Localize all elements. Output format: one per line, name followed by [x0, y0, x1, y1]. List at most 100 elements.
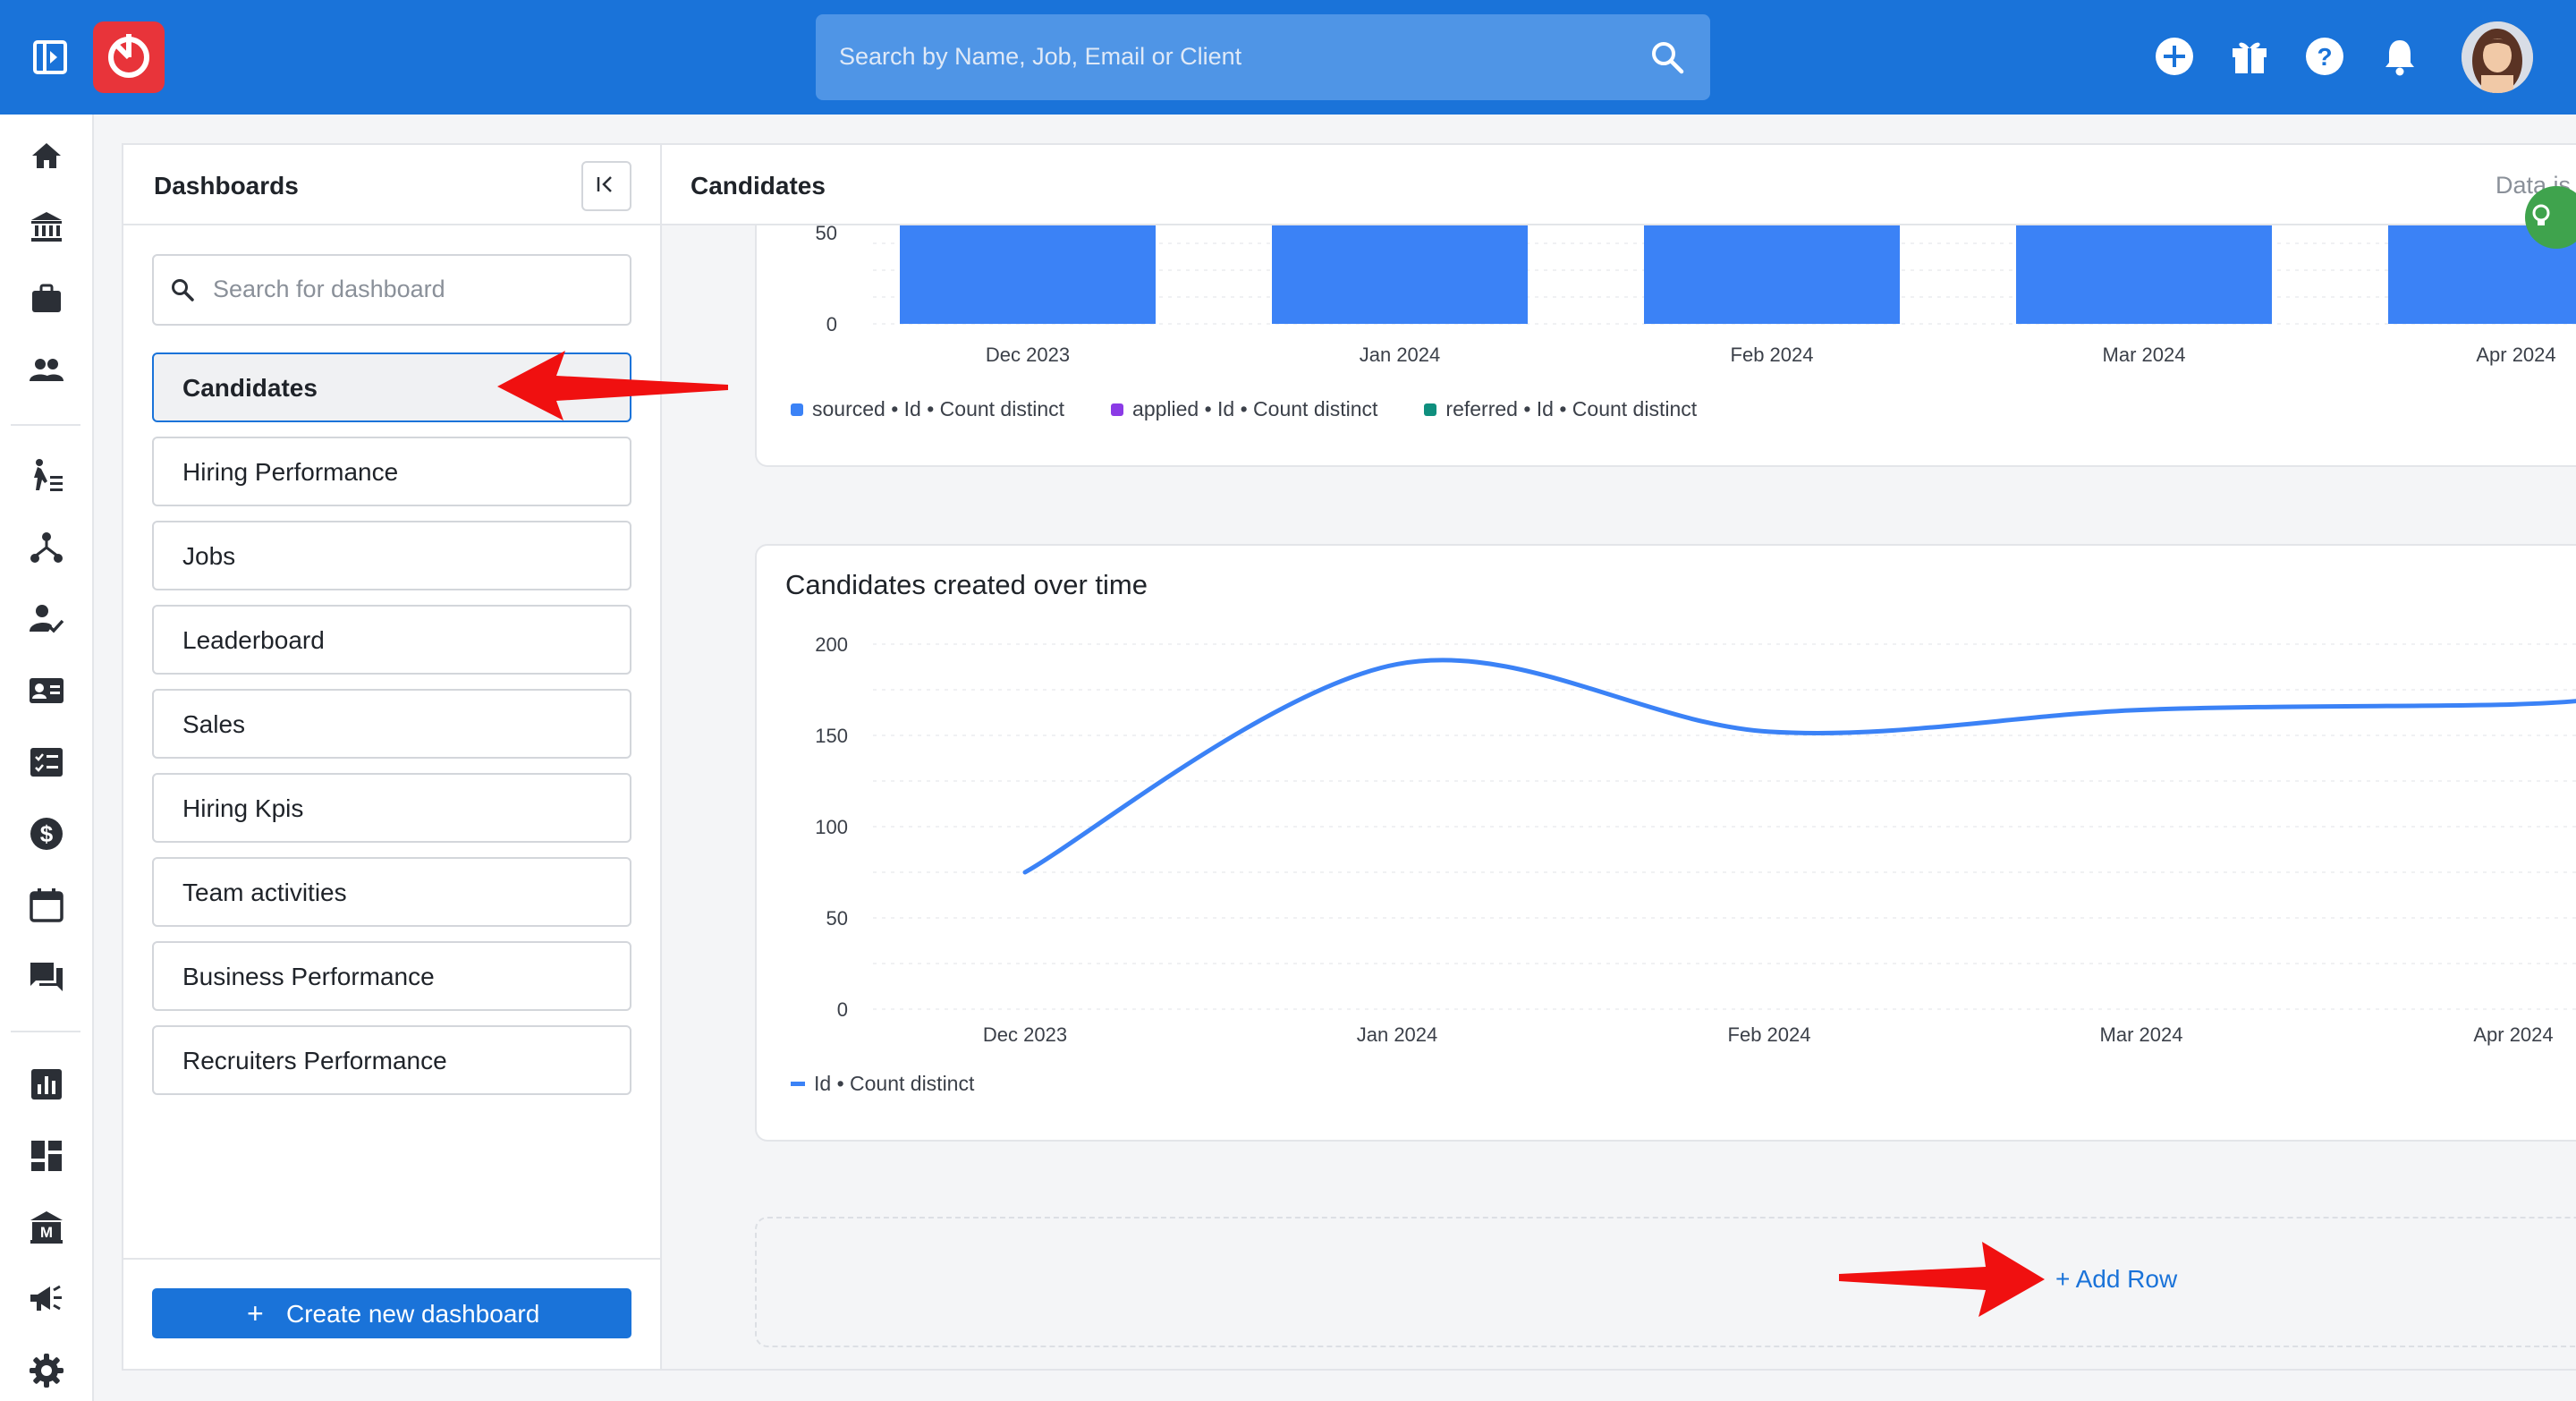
collapse-panel-button[interactable]	[581, 161, 631, 211]
pipeline-icon[interactable]	[27, 456, 66, 496]
sourcing-bar-chart-card: 50 0 Dec 2023 Jan 2024 Feb 2024 Mar 2024 Apr 2…	[755, 225, 2576, 467]
y-tick-label: 100	[815, 816, 848, 838]
org-chart-icon[interactable]	[27, 528, 66, 567]
search-icon	[170, 277, 195, 302]
dashboard-item-label: Business Performance	[182, 963, 435, 990]
dashboard-main: Candidates Data is 50 0 Dec 2023 Jan 2024 Fe…	[660, 143, 2576, 1371]
sourcing-bar-chart: 50 0 Dec 2023 Jan 2024 Feb 2024 Mar 2024 Apr 2…	[816, 225, 2576, 366]
lightbulb-icon	[2532, 204, 2550, 225]
dashboard-header: Candidates Data is	[662, 145, 2576, 225]
dashboard-item-label: Recruiters Performance	[182, 1047, 447, 1074]
add-row-button[interactable]: + Add Row	[2055, 1265, 2177, 1294]
dashboard-item-recruiters-performance[interactable]: Recruiters Performance	[152, 1025, 631, 1095]
dashboard-item-label: Hiring Kpis	[182, 794, 304, 822]
bank-icon[interactable]	[27, 208, 66, 247]
dashboard-item-label: Jobs	[182, 542, 236, 570]
legend-swatch-applied	[1111, 403, 1124, 416]
dashboard-search-placeholder: Search for dashboard	[213, 276, 445, 302]
dollar-icon[interactable]: $	[27, 814, 66, 853]
x-tick-label: Apr 2024	[2473, 1023, 2553, 1046]
collapse-left-icon	[597, 176, 612, 192]
dashboard-item-label: Sales	[182, 710, 246, 738]
y-tick-label: 200	[815, 633, 848, 656]
dashboard-item-business-performance[interactable]: Business Performance	[152, 941, 631, 1011]
lightbulb-hint-button[interactable]	[2525, 186, 2576, 249]
svg-text:?: ?	[2317, 43, 2332, 71]
megaphone-icon[interactable]	[27, 1279, 66, 1319]
y-tick-label: 0	[826, 313, 837, 335]
series-line[interactable]	[1022, 658, 2576, 875]
messages-icon[interactable]	[27, 957, 66, 997]
add-circle-icon[interactable]	[2154, 36, 2195, 77]
x-tick-label: Apr 2024	[2476, 344, 2555, 366]
bar[interactable]	[1644, 225, 1900, 324]
bar[interactable]	[1272, 225, 1528, 324]
rail-divider	[11, 1031, 80, 1032]
sidebar-toggle-icon[interactable]	[32, 39, 72, 75]
dashboard-search-input[interactable]: Search for dashboard	[152, 254, 631, 326]
rail-divider	[11, 424, 80, 426]
dashboard-item-candidates[interactable]: Candidates	[152, 352, 631, 422]
calendar-icon[interactable]	[27, 886, 66, 925]
settings-gear-icon[interactable]	[27, 1351, 66, 1390]
create-dashboard-button[interactable]: + Create new dashboard	[152, 1288, 631, 1338]
legend-label: applied • Id • Count distinct	[1132, 397, 1378, 420]
legend-label: referred • Id • Count distinct	[1445, 397, 1698, 420]
bar[interactable]	[900, 225, 1156, 324]
plus-icon: +	[247, 1297, 264, 1329]
dashboard-item-team-activities[interactable]: Team activities	[152, 857, 631, 927]
left-nav-rail: $ M	[0, 115, 94, 1401]
x-tick-label: Feb 2024	[1728, 1023, 1811, 1046]
briefcase-icon[interactable]	[27, 279, 66, 318]
dashboard-item-label: Hiring Performance	[182, 458, 399, 486]
legend-swatch-sourced	[791, 403, 803, 416]
dashboard-item-jobs[interactable]: Jobs	[152, 521, 631, 590]
legend-label: sourced • Id • Count distinct	[812, 397, 1065, 420]
contact-card-icon[interactable]	[27, 671, 66, 710]
company-icon[interactable]: M	[27, 1208, 66, 1247]
legend-item-applied[interactable]: applied • Id • Count distinct	[1111, 397, 1377, 421]
dashboard-icon[interactable]	[27, 1136, 66, 1176]
help-icon[interactable]: ?	[2304, 36, 2345, 77]
line-chart-legend: Id • Count distinct	[791, 1072, 974, 1096]
y-tick-label: 150	[815, 725, 848, 747]
chart-title: Candidates created over time	[785, 569, 1148, 600]
people-icon[interactable]	[27, 351, 66, 390]
x-tick-label: Dec 2023	[986, 344, 1070, 366]
bar-chart-legend: sourced • Id • Count distinct applied • …	[791, 397, 1697, 421]
home-icon[interactable]	[27, 136, 66, 175]
global-search-placeholder: Search by Name, Job, Email or Client	[839, 43, 1242, 70]
dashboard-item-sales[interactable]: Sales	[152, 689, 631, 759]
legend-item-count[interactable]: Id • Count distinct	[791, 1072, 974, 1096]
dashboard-item-label: Leaderboard	[182, 626, 325, 654]
x-tick-label: Mar 2024	[2100, 1023, 2183, 1046]
y-tick-label: 50	[816, 225, 837, 244]
person-check-icon[interactable]	[27, 599, 66, 639]
x-tick-label: Jan 2024	[1360, 344, 1441, 366]
search-icon[interactable]	[1649, 39, 1685, 75]
create-dashboard-label: Create new dashboard	[286, 1300, 540, 1328]
panel-footer-divider	[123, 1258, 662, 1260]
bell-icon[interactable]	[2379, 36, 2420, 77]
gift-icon[interactable]	[2229, 36, 2270, 77]
reports-icon[interactable]	[27, 1065, 66, 1104]
x-tick-label: Feb 2024	[1731, 344, 1814, 366]
checklist-icon[interactable]	[27, 743, 66, 782]
legend-line-swatch	[791, 1082, 805, 1086]
legend-item-sourced[interactable]: sourced • Id • Count distinct	[791, 397, 1064, 421]
user-avatar[interactable]	[2462, 21, 2533, 93]
svg-text:M: M	[40, 1224, 53, 1241]
x-tick-label: Mar 2024	[2103, 344, 2186, 366]
legend-item-referred[interactable]: referred • Id • Count distinct	[1424, 397, 1697, 421]
bar[interactable]	[2016, 225, 2272, 324]
panel-title: Dashboards	[154, 172, 299, 200]
legend-swatch-referred	[1424, 403, 1437, 416]
top-bar: Search by Name, Job, Email or Client ?	[0, 0, 2576, 115]
logo-icon[interactable]	[93, 21, 165, 93]
dashboard-item-hiring-performance[interactable]: Hiring Performance	[152, 437, 631, 506]
dashboard-item-hiring-kpis[interactable]: Hiring Kpis	[152, 773, 631, 843]
y-tick-label: 0	[837, 998, 848, 1021]
panel-divider	[123, 224, 662, 225]
global-search-input[interactable]: Search by Name, Job, Email or Client	[816, 14, 1710, 100]
dashboard-item-leaderboard[interactable]: Leaderboard	[152, 605, 631, 675]
